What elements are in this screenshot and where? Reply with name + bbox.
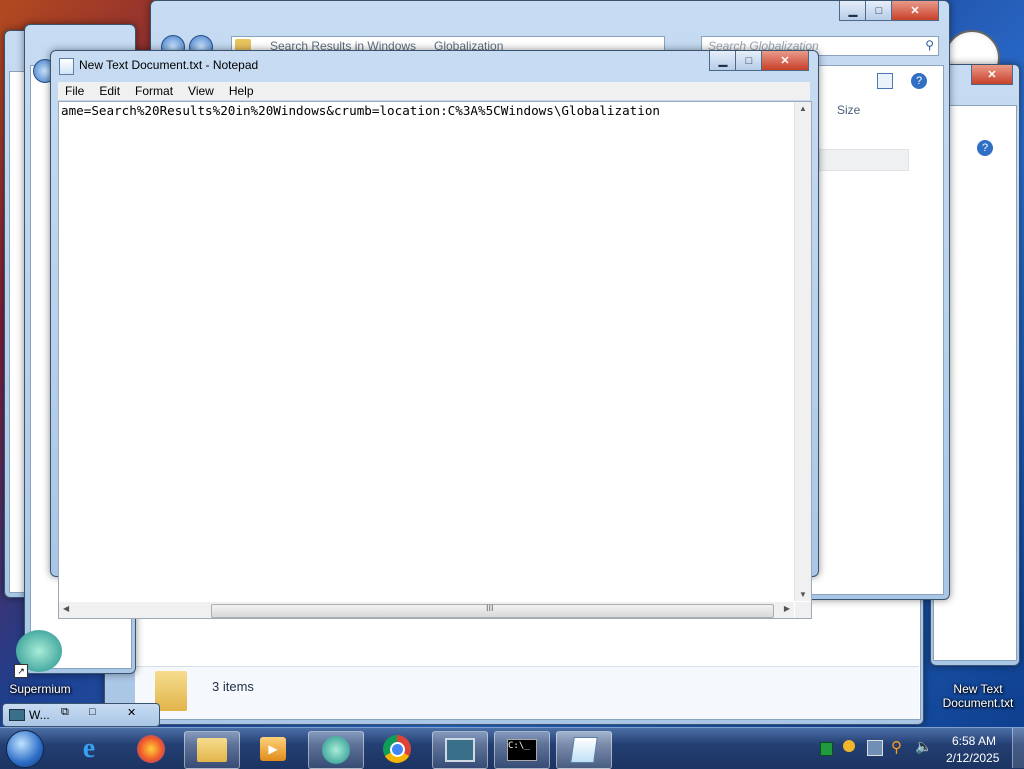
preview-pane-icon[interactable]: [877, 73, 893, 89]
chrome-icon: [383, 735, 411, 763]
menu-bar: File Edit Format View Help: [58, 82, 810, 100]
taskbar-supermium[interactable]: [308, 731, 364, 769]
status-items-count: 3 items: [212, 679, 254, 694]
text-editor[interactable]: ame=Search%20Results%20in%20Windows&crum…: [58, 101, 812, 619]
clock-date[interactable]: 2/12/2025: [946, 751, 999, 765]
network-icon[interactable]: [867, 740, 883, 756]
show-desktop-button[interactable]: [1012, 728, 1024, 768]
desktop-icon-new-text-document[interactable]: New Text Document.txt: [936, 664, 1020, 714]
scrollbar-corner: [795, 602, 811, 618]
details-pane: 3 items: [135, 666, 919, 719]
supermium-icon: [322, 736, 350, 764]
taskbar: e ▶ C:\_ ⚲ 🔈: [0, 727, 1024, 769]
help-icon[interactable]: ?: [911, 73, 927, 89]
taskbar-media-player[interactable]: ▶: [246, 731, 300, 767]
scroll-right-arrow[interactable]: ▶: [784, 604, 790, 613]
scroll-thumb[interactable]: III: [211, 603, 774, 618]
maximize-button[interactable]: □: [865, 1, 893, 21]
command-prompt-icon: C:\_: [507, 739, 537, 761]
horizontal-scrollbar[interactable]: ◀ III ▶: [59, 602, 794, 618]
menu-format[interactable]: Format: [128, 84, 181, 98]
window-title: New Text Document.txt - Notepad: [79, 58, 259, 72]
close-button[interactable]: ✕: [127, 706, 136, 719]
scroll-up-arrow[interactable]: ▲: [799, 104, 807, 113]
minimize-button[interactable]: ▁: [709, 51, 737, 71]
close-button[interactable]: ✕: [891, 1, 939, 21]
close-button[interactable]: ✕: [761, 51, 809, 71]
tray-chat-icon[interactable]: [843, 740, 855, 752]
restore-button[interactable]: ⧉: [61, 706, 69, 719]
help-icon[interactable]: ?: [977, 140, 993, 156]
volume-icon[interactable]: 🔈: [915, 738, 932, 755]
notepad-icon: [59, 58, 74, 75]
notepad-window[interactable]: New Text Document.txt - Notepad ▁ □ ✕ Fi…: [50, 50, 819, 619]
internet-explorer-icon: e: [82, 733, 96, 764]
menu-view[interactable]: View: [181, 84, 222, 98]
taskbar-chrome[interactable]: [370, 731, 424, 767]
taskbar-remote-desktop[interactable]: [432, 731, 488, 769]
clock-time[interactable]: 6:58 AM: [952, 734, 996, 748]
firefox-icon: [137, 735, 165, 763]
minimized-window[interactable]: W... ⧉ □ ✕: [2, 703, 160, 727]
menu-file[interactable]: File: [58, 84, 92, 98]
media-player-icon: ▶: [260, 737, 286, 761]
shortcut-arrow-icon: ↗: [14, 664, 28, 678]
desktop-icon-supermium[interactable]: ↗ Supermium: [4, 628, 76, 698]
taskbar-file-explorer[interactable]: [184, 731, 240, 769]
search-icon[interactable]: ⚲: [925, 38, 934, 52]
notepad-icon: [570, 737, 598, 763]
start-orb-icon[interactable]: [6, 730, 44, 768]
selected-row[interactable]: [819, 149, 909, 171]
menu-help[interactable]: Help: [222, 84, 262, 98]
minimized-window-label: W...: [29, 708, 50, 722]
scroll-left-arrow[interactable]: ◀: [63, 604, 69, 613]
document-text[interactable]: ame=Search%20Results%20in%20Windows&crum…: [61, 103, 660, 118]
taskbar-command-prompt[interactable]: C:\_: [494, 731, 550, 769]
scroll-down-arrow[interactable]: ▼: [799, 590, 807, 599]
vertical-scrollbar[interactable]: ▲ ▼: [794, 102, 811, 601]
tray-search-icon[interactable]: ⚲: [891, 738, 902, 756]
computer-icon: [445, 738, 475, 762]
maximize-button[interactable]: □: [89, 706, 96, 718]
taskbar-notepad[interactable]: [556, 731, 612, 769]
scroll-grip: III: [486, 603, 494, 613]
taskbar-internet-explorer[interactable]: e: [62, 731, 116, 767]
maximize-button[interactable]: □: [735, 51, 763, 71]
desktop-icon-label: New Text Document.txt: [942, 682, 1014, 710]
folder-icon: [197, 738, 227, 762]
close-button[interactable]: ✕: [971, 65, 1013, 85]
tray-green-icon[interactable]: [820, 742, 833, 756]
desktop-icon-label: Supermium: [9, 682, 71, 696]
minimize-button[interactable]: ▁: [839, 1, 867, 21]
menu-edit[interactable]: Edit: [92, 84, 128, 98]
computer-icon: [9, 709, 25, 721]
taskbar-firefox[interactable]: [124, 731, 178, 767]
column-header-size[interactable]: Size: [837, 103, 860, 117]
